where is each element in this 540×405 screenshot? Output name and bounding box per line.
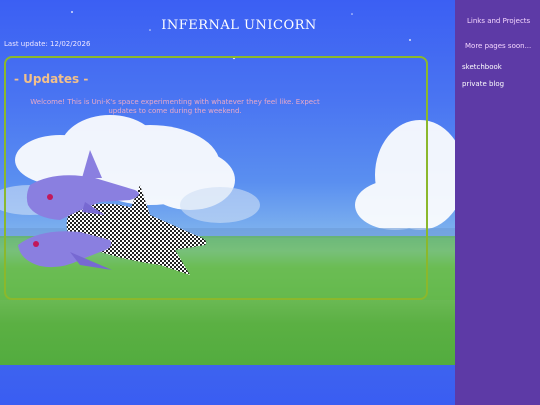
links-and-projects-link[interactable]: Links and Projects (467, 17, 530, 25)
sidebar-item-private-blog[interactable]: private blog (462, 80, 504, 88)
sidebar-item-sketchbook[interactable]: sketchbook (462, 63, 502, 71)
last-update: Last update: 12/02/2026 (4, 40, 91, 48)
more-pages-soon-label: More pages soon... (465, 42, 532, 50)
sidebar: Links and Projects More pages soon... sk… (455, 0, 540, 405)
bottom-band (0, 365, 455, 405)
site-title: INFERNAL UNICORN (161, 18, 317, 33)
updates-text: Welcome! This is Uni-K's space experimen… (30, 98, 320, 115)
updates-heading: - Updates - (14, 72, 89, 86)
dolphins-illustration (18, 150, 207, 275)
